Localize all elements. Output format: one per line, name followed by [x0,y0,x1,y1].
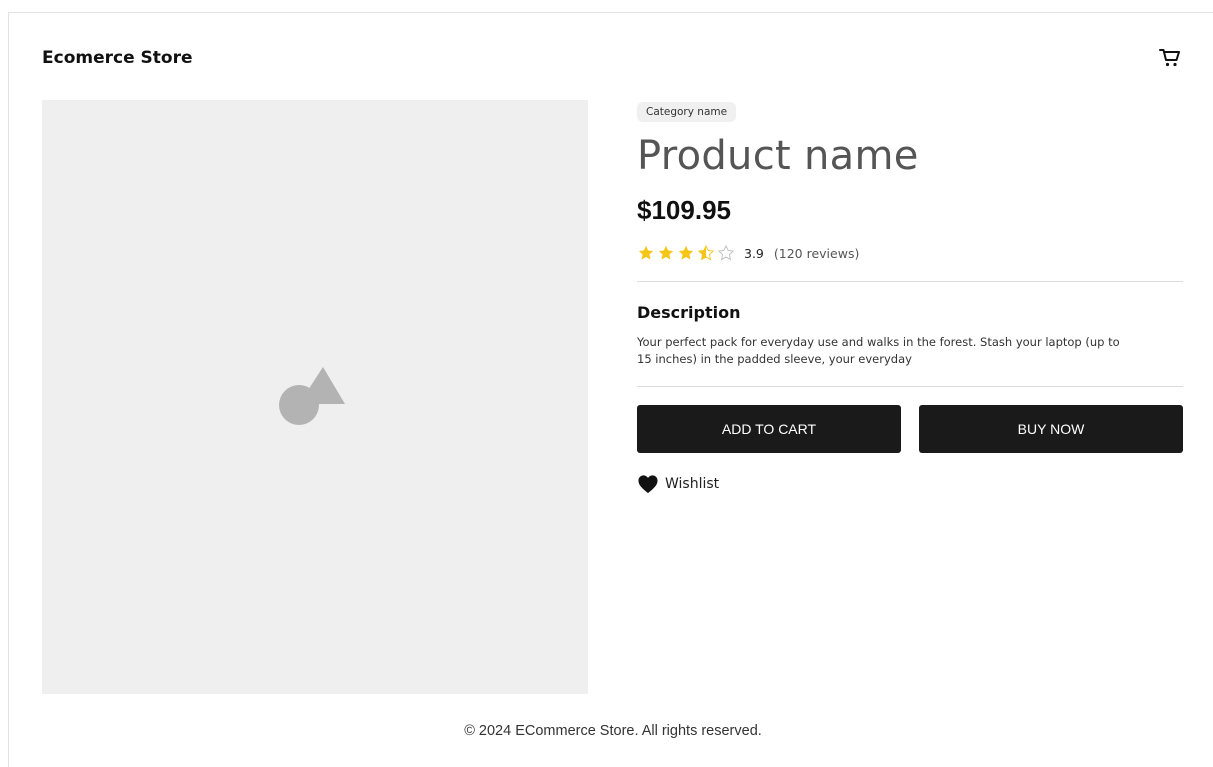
brand-name[interactable]: Ecomerce Store [42,48,193,68]
product-price: $109.95 [637,195,731,225]
product-title: Product name [637,133,919,179]
review-count[interactable]: (120 reviews) [774,246,859,261]
cart-button[interactable] [1157,45,1183,71]
site-header: Ecomerce Store [42,44,1183,72]
star-empty-icon [717,244,735,261]
wishlist-label: Wishlist [665,476,720,492]
star-half-icon [697,244,715,261]
cart-icon [1159,49,1180,67]
description-title: Description [637,303,741,322]
rating-value: 3.9 [744,245,764,261]
rating-row: 3.9 (120 reviews) [637,244,1183,262]
divider [637,386,1183,387]
star-full-icon [658,245,674,260]
star-full-icon [678,245,694,260]
action-buttons: ADD TO CART BUY NOW [637,405,1183,453]
wishlist-button[interactable]: Wishlist [637,474,719,494]
heart-icon [638,475,658,494]
product-info: Category name Product name $109.95 3.9 (… [637,102,1183,499]
category-badge[interactable]: Category name [637,102,737,122]
star-full-icon [638,245,654,260]
divider [637,281,1183,282]
add-to-cart-button[interactable]: ADD TO CART [637,405,901,453]
star-rating [637,244,735,262]
footer-copyright: © 2024 ECommerce Store. All rights reser… [464,723,762,739]
description-text: Your perfect pack for everyday use and w… [637,335,1120,366]
buy-now-button[interactable]: BUY NOW [919,405,1183,453]
image-placeholder-icon [279,367,345,425]
product-image [42,100,588,694]
